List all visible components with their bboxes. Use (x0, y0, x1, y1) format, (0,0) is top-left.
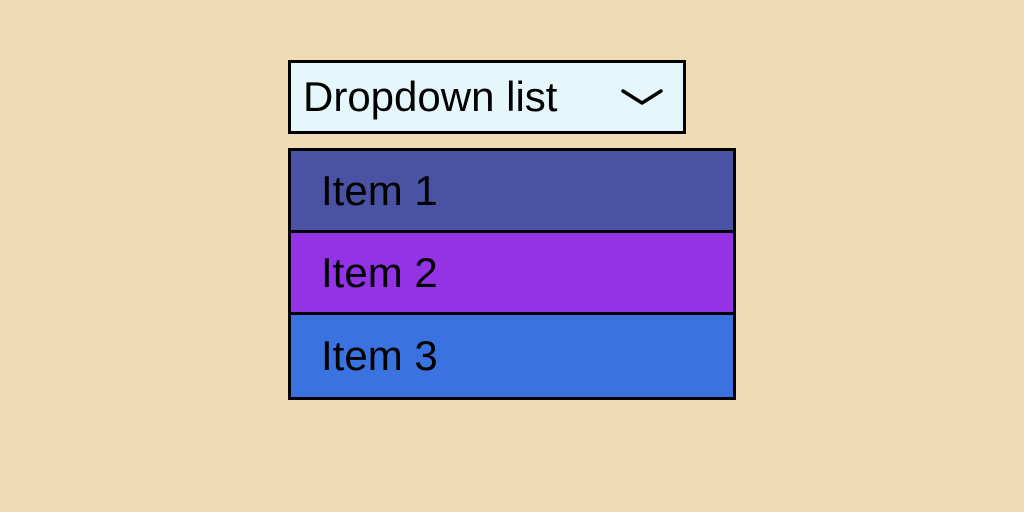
dropdown-item-label: Item 1 (321, 167, 438, 215)
dropdown-item-3[interactable]: Item 3 (291, 315, 733, 397)
chevron-down-icon (621, 89, 663, 105)
dropdown-label: Dropdown list (303, 73, 557, 121)
dropdown-item-2[interactable]: Item 2 (291, 233, 733, 315)
dropdown-container: Dropdown list Item 1 Item 2 Item 3 (288, 60, 736, 400)
dropdown-item-label: Item 3 (321, 332, 438, 380)
dropdown-item-label: Item 2 (321, 249, 438, 297)
dropdown-item-1[interactable]: Item 1 (291, 151, 733, 233)
dropdown-list: Item 1 Item 2 Item 3 (288, 148, 736, 400)
dropdown-header[interactable]: Dropdown list (288, 60, 686, 134)
